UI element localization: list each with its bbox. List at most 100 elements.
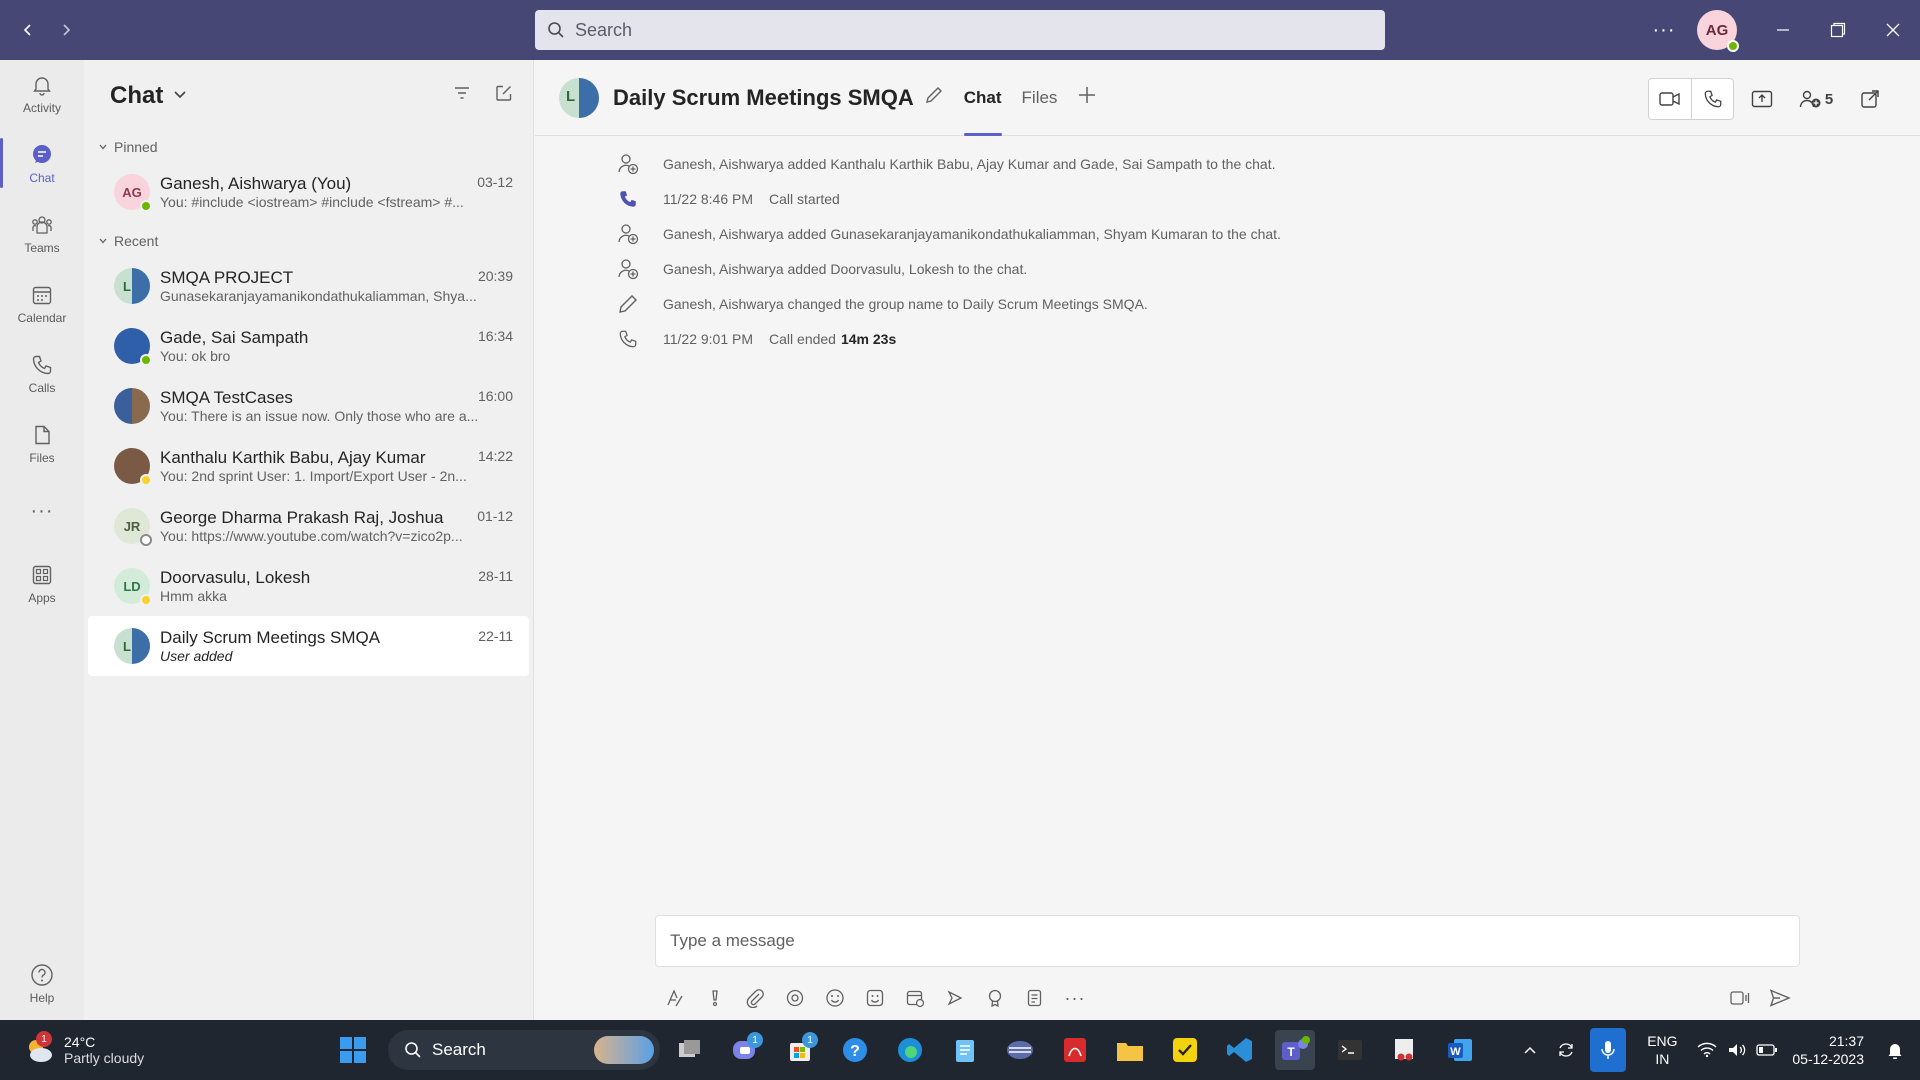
person-add-icon <box>615 153 641 175</box>
avatar-initials: JR <box>123 518 141 534</box>
rail-item-calls[interactable]: Calls <box>0 340 84 406</box>
phone-outline-icon <box>615 329 641 349</box>
chat-preview: Gunasekaranjayamanikondathukaliamman, Sh… <box>160 288 477 304</box>
new-chat-icon[interactable] <box>495 84 513 107</box>
avatar <box>114 448 152 486</box>
task-view-icon[interactable] <box>670 1030 710 1070</box>
battery-icon[interactable] <box>1752 1030 1782 1070</box>
chat-list-item[interactable]: LD Doorvasulu, Lokesh Hmm akka 28-11 <box>88 556 529 616</box>
chat-list-item-selected[interactable]: L Daily Scrum Meetings SMQA User added 2… <box>88 616 529 676</box>
pencil-icon <box>615 293 641 315</box>
snipping-tool-icon[interactable] <box>1385 1030 1425 1070</box>
clock[interactable]: 21:37 05-12-2023 <box>1792 1032 1864 1068</box>
dictate-icon[interactable] <box>1720 978 1760 1018</box>
chat-list-item[interactable]: L SMQA PROJECT Gunasekaranjayamanikondat… <box>88 256 529 316</box>
participants-button[interactable]: 5 <box>1790 79 1842 119</box>
chat-list-item[interactable]: AG Ganesh, Aishwarya (You) You: #include… <box>88 162 529 222</box>
recent-section-header[interactable]: Recent <box>84 226 533 256</box>
pinned-section-header[interactable]: Pinned <box>84 132 533 162</box>
norton-icon[interactable] <box>1165 1030 1205 1070</box>
sticker-icon[interactable] <box>855 978 895 1018</box>
get-help-icon[interactable]: ? <box>835 1030 875 1070</box>
file-explorer-icon[interactable] <box>1110 1030 1150 1070</box>
share-screen-icon[interactable] <box>1742 79 1782 119</box>
schedule-meeting-icon[interactable] <box>895 978 935 1018</box>
rail-item-help[interactable]: Help <box>0 950 84 1016</box>
weather-widget[interactable]: 1 24°C Partly cloudy <box>22 1031 322 1067</box>
chevron-down-icon[interactable] <box>173 87 187 105</box>
approvals-icon[interactable] <box>1015 978 1055 1018</box>
rail-item-files[interactable]: Files <box>0 410 84 476</box>
rail-item-apps[interactable]: Apps <box>0 550 84 616</box>
rail-item-more[interactable]: ··· <box>0 480 84 546</box>
tab-chat[interactable]: Chat <box>963 60 1002 136</box>
nav-arrows <box>16 18 536 42</box>
rail-item-chat[interactable]: Chat <box>0 130 84 196</box>
maximize-icon[interactable] <box>1810 0 1865 60</box>
volume-icon[interactable] <box>1722 1030 1752 1070</box>
notepad-icon[interactable] <box>945 1030 985 1070</box>
pop-out-icon[interactable] <box>1850 79 1890 119</box>
microphone-icon[interactable] <box>1590 1028 1627 1072</box>
message-input[interactable]: Type a message <box>655 915 1800 967</box>
loop-icon[interactable] <box>775 978 815 1018</box>
tab-files[interactable]: Files <box>1022 60 1058 136</box>
profile-avatar[interactable]: AG <box>1697 10 1739 52</box>
wifi-icon[interactable] <box>1692 1030 1722 1070</box>
praise-icon[interactable] <box>975 978 1015 1018</box>
chat-list-item[interactable]: JR George Dharma Prakash Raj, Joshua You… <box>88 496 529 556</box>
chat-list-item[interactable]: Kanthalu Karthik Babu, Ajay Kumar You: 2… <box>88 436 529 496</box>
vpn-app-icon[interactable] <box>1000 1030 1040 1070</box>
back-arrow-icon[interactable] <box>16 18 40 42</box>
event-list: Ganesh, Aishwarya added Kanthalu Karthik… <box>615 146 1281 356</box>
event-text: Call ended <box>769 330 836 347</box>
chat-name: Gade, Sai Sampath <box>160 328 309 347</box>
important-icon[interactable] <box>695 978 735 1018</box>
teams-app-icon[interactable]: T <box>1275 1030 1315 1070</box>
store-app-icon[interactable]: 1 <box>780 1030 820 1070</box>
composer-toolbar: ··· <box>655 978 1800 1018</box>
chat-list-item[interactable]: SMQA TestCases You: There is an issue no… <box>88 376 529 436</box>
language-indicator[interactable]: ENG IN <box>1632 1032 1692 1068</box>
more-actions-icon[interactable]: ··· <box>1055 978 1095 1018</box>
format-icon[interactable] <box>655 978 695 1018</box>
chat-name: George Dharma Prakash Raj, Joshua <box>160 508 444 527</box>
filter-icon[interactable] <box>453 84 471 107</box>
edit-name-icon[interactable] <box>924 85 944 110</box>
rail-label: Activity <box>22 100 61 115</box>
teams-chat-app-icon[interactable]: 1 <box>725 1030 765 1070</box>
chat-time: 14:22 <box>477 448 513 464</box>
terminal-icon[interactable] <box>1330 1030 1370 1070</box>
word-icon[interactable]: W <box>1440 1030 1480 1070</box>
group-avatar <box>114 388 150 424</box>
avatar-initials: L <box>123 638 131 654</box>
rail-item-teams[interactable]: Teams <box>0 200 84 266</box>
rail-item-activity[interactable]: Activity <box>0 60 84 126</box>
search-input[interactable]: Search <box>535 10 1385 50</box>
more-options-icon[interactable]: ··· <box>1639 19 1689 42</box>
event-time: 11/22 9:01 PM <box>663 330 754 347</box>
add-tab-icon[interactable] <box>1077 85 1097 110</box>
taskbar-search[interactable]: Search <box>388 1030 660 1070</box>
forward-arrow-icon[interactable] <box>54 18 78 42</box>
search-placeholder: Search <box>575 19 633 40</box>
rail-label: Calendar <box>17 310 67 325</box>
emoji-icon[interactable] <box>815 978 855 1018</box>
notification-bell-icon[interactable] <box>1880 1030 1910 1070</box>
stream-icon[interactable] <box>935 978 975 1018</box>
close-icon[interactable] <box>1865 0 1920 60</box>
send-icon[interactable] <box>1760 978 1800 1018</box>
rail-item-calendar[interactable]: Calendar <box>0 270 84 336</box>
attach-icon[interactable] <box>735 978 775 1018</box>
chevron-up-icon[interactable] <box>1512 1030 1548 1070</box>
start-button[interactable] <box>333 1030 373 1070</box>
system-event: 11/22 8:46 PM Call started <box>615 181 1281 216</box>
edge-browser-icon[interactable] <box>890 1030 930 1070</box>
chat-list-item[interactable]: Gade, Sai Sampath You: ok bro 16:34 <box>88 316 529 376</box>
audio-call-button[interactable] <box>1691 79 1733 119</box>
sync-icon[interactable] <box>1548 1030 1584 1070</box>
video-call-button[interactable] <box>1649 79 1691 119</box>
minimize-icon[interactable] <box>1755 0 1810 60</box>
vscode-icon[interactable] <box>1220 1030 1260 1070</box>
acrobat-icon[interactable] <box>1055 1030 1095 1070</box>
